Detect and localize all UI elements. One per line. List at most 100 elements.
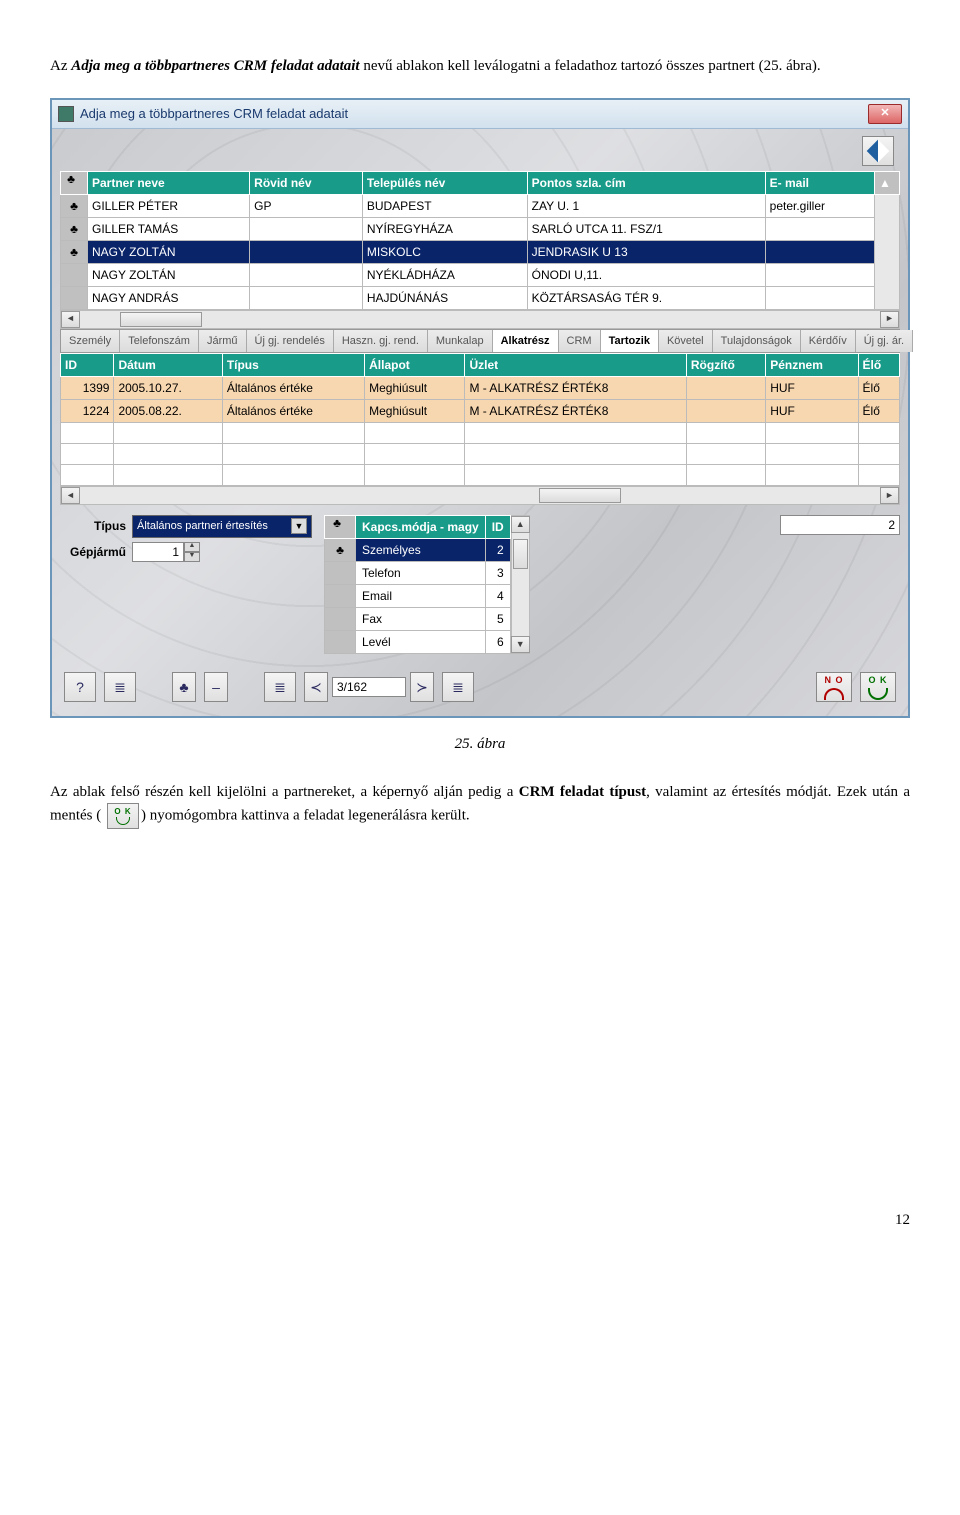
partner-header-cim[interactable]: Pontos szla. cím: [527, 171, 765, 194]
spin-down-icon[interactable]: ▼: [184, 552, 200, 562]
detail-header-allapot[interactable]: Állapot: [365, 354, 465, 377]
tab-uj-gj-ar[interactable]: Új gj. ár.: [856, 330, 913, 353]
list-item[interactable]: Telefon 3: [325, 562, 511, 585]
scroll-thumb[interactable]: [513, 539, 528, 569]
intro-paragraph: Az Adja meg a többpartneres CRM feladat …: [50, 55, 910, 78]
minus-button[interactable]: –: [204, 672, 228, 702]
question-icon: ?: [76, 677, 84, 698]
scroll-right-icon[interactable]: ►: [880, 311, 899, 328]
partner-vscroll[interactable]: [875, 194, 900, 309]
smile-icon: [116, 817, 130, 825]
tipus-combo[interactable]: Általános partneri értesítés ▼: [132, 515, 312, 538]
pager-input[interactable]: [332, 677, 406, 697]
list-item[interactable]: Email 4: [325, 585, 511, 608]
partner-table[interactable]: Partner neve Rövid név Település név Pon…: [60, 171, 900, 310]
partner-header-rovid[interactable]: Rövid név: [250, 171, 363, 194]
partner-scroll-header: ▲: [875, 171, 900, 194]
table-row-selected[interactable]: ♣ NAGY ZOLTÁN MISKOLC JENDRASIK U 13: [61, 240, 900, 263]
scroll-thumb[interactable]: [539, 488, 621, 503]
list-icon: ≣: [114, 677, 126, 698]
scroll-down-icon[interactable]: ▼: [511, 636, 530, 653]
help-button[interactable]: ?: [64, 672, 96, 702]
list-item[interactable]: Levél 6: [325, 631, 511, 654]
table-row[interactable]: 1224 2005.08.22. Általános értéke Meghiú…: [61, 400, 900, 423]
kapcs-table[interactable]: Kapcs.módja - magy ID ♣ Személyes 2 Tele…: [324, 515, 511, 654]
intro-title: Adja meg a többpartneres CRM feladat ada…: [71, 58, 359, 74]
detail-header-rogzito[interactable]: Rögzítő: [686, 354, 765, 377]
tab-kerdoiv[interactable]: Kérdőív: [801, 330, 856, 353]
first-button[interactable]: ≣: [264, 672, 296, 702]
list-button[interactable]: ≣: [104, 672, 136, 702]
tab-crm[interactable]: CRM: [559, 330, 601, 353]
gepjarmu-input[interactable]: [132, 542, 184, 562]
next-button[interactable]: ≻: [410, 672, 434, 702]
tab-uj-gj-rendeles[interactable]: Új gj. rendelés: [247, 330, 334, 353]
cancel-button[interactable]: N O: [816, 672, 852, 702]
chevron-down-icon[interactable]: ▼: [291, 518, 307, 534]
tab-szemely[interactable]: Személy: [61, 330, 120, 353]
table-row[interactable]: ♣ GILLER PÉTER GP BUDAPEST ZAY U. 1 pete…: [61, 194, 900, 217]
tab-alkatresz[interactable]: Alkatrész: [493, 330, 559, 353]
frown-icon: [824, 688, 844, 700]
partner-header-email[interactable]: E- mail: [765, 171, 874, 194]
detail-header-elo[interactable]: Élő: [858, 354, 899, 377]
kapcs-header-id[interactable]: ID: [485, 516, 510, 539]
ok-label: O K: [868, 674, 887, 688]
scroll-right-icon[interactable]: ►: [880, 487, 899, 504]
close-button[interactable]: ✕: [868, 104, 902, 124]
smile-icon: [868, 688, 888, 700]
table-row[interactable]: ♣ GILLER TAMÁS NYÍREGYHÁZA SARLÓ UTCA 11…: [61, 217, 900, 240]
detail-header-penznem[interactable]: Pénznem: [766, 354, 858, 377]
table-row[interactable]: 1399 2005.10.27. Általános értéke Meghiú…: [61, 377, 900, 400]
scroll-left-icon[interactable]: ◄: [61, 487, 80, 504]
ok-button[interactable]: O K: [860, 672, 896, 702]
tab-jarmu[interactable]: Jármű: [199, 330, 247, 353]
tab-haszn-gj-rend[interactable]: Haszn. gj. rend.: [334, 330, 428, 353]
detail-table[interactable]: ID Dátum Típus Állapot Üzlet Rögzítő Pén…: [60, 353, 900, 486]
window-body: Partner neve Rövid név Település név Pon…: [52, 129, 908, 717]
mark-button[interactable]: ♣: [172, 672, 196, 702]
partner-mark-header[interactable]: [61, 171, 88, 194]
tab-tartozik[interactable]: Tartozik: [601, 330, 659, 353]
kapcs-mark-header[interactable]: [325, 516, 356, 539]
table-row[interactable]: [61, 465, 900, 486]
right-numeric-input[interactable]: [780, 515, 900, 535]
tab-kovetel[interactable]: Követel: [659, 330, 713, 353]
partner-hscroll[interactable]: ◄ ►: [60, 310, 900, 329]
edit-button[interactable]: [862, 136, 894, 166]
page-number: 12: [50, 1209, 910, 1232]
table-row[interactable]: NAGY ZOLTÁN NYÉKLÁDHÁZA ÓNODI U,11.: [61, 263, 900, 286]
scroll-up-icon[interactable]: ▲: [511, 516, 530, 533]
detail-tabs[interactable]: Személy Telefonszám Jármű Új gj. rendelé…: [60, 329, 900, 354]
kapcs-header-name[interactable]: Kapcs.módja - magy: [356, 516, 486, 539]
list-item-selected[interactable]: ♣ Személyes 2: [325, 539, 511, 562]
window-title: Adja meg a többpartneres CRM feladat ada…: [80, 104, 862, 124]
pencil-icon: [867, 139, 890, 162]
detail-header-uzlet[interactable]: Üzlet: [465, 354, 686, 377]
tab-munkalap[interactable]: Munkalap: [428, 330, 493, 353]
prev-button[interactable]: ≺: [304, 672, 328, 702]
last-icon: ≣: [452, 677, 464, 698]
scroll-left-icon[interactable]: ◄: [61, 311, 80, 328]
scroll-thumb[interactable]: [120, 312, 202, 327]
table-row[interactable]: [61, 423, 900, 444]
crm-feladat-tipust: CRM feladat típust: [519, 784, 646, 800]
detail-hscroll[interactable]: ◄ ►: [60, 486, 900, 505]
spin-up-icon[interactable]: ▲: [184, 542, 200, 552]
tab-tulajdonsagok[interactable]: Tulajdonságok: [713, 330, 801, 353]
detail-header-datum[interactable]: Dátum: [114, 354, 222, 377]
titlebar[interactable]: Adja meg a többpartneres CRM feladat ada…: [52, 100, 908, 129]
detail-header-id[interactable]: ID: [61, 354, 114, 377]
tab-telefonszam[interactable]: Telefonszám: [120, 330, 199, 353]
partner-header-telep[interactable]: Település név: [362, 171, 527, 194]
detail-header-tipus[interactable]: Típus: [222, 354, 364, 377]
no-label: N O: [824, 674, 843, 688]
partner-header-name[interactable]: Partner neve: [88, 171, 250, 194]
last-button[interactable]: ≣: [442, 672, 474, 702]
table-row[interactable]: [61, 444, 900, 465]
kapcs-vscroll[interactable]: ▲ ▼: [511, 515, 530, 654]
table-row[interactable]: NAGY ANDRÁS HAJDÚNÁNÁS KÖZTÁRSASÁG TÉR 9…: [61, 286, 900, 309]
first-icon: ≣: [274, 677, 286, 698]
list-item[interactable]: Fax 5: [325, 608, 511, 631]
gepjarmu-spinner[interactable]: ▲ ▼: [132, 542, 200, 562]
